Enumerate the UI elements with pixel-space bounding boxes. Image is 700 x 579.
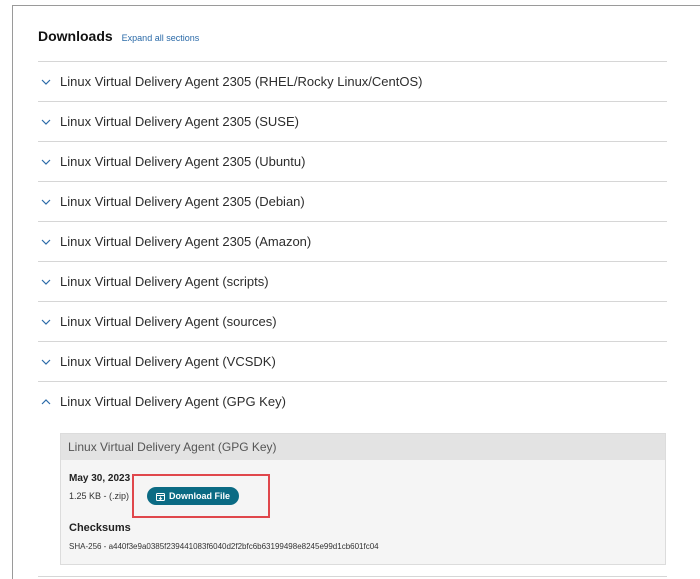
section-label: Linux Virtual Delivery Agent 2305 (RHEL/…: [60, 74, 423, 89]
downloads-header: Downloads Expand all sections: [38, 28, 199, 44]
section-label: Linux Virtual Delivery Agent (GPG Key): [60, 394, 286, 409]
section-toggle-suse[interactable]: Linux Virtual Delivery Agent 2305 (SUSE): [38, 101, 667, 141]
file-size: 1.25 KB - (.zip): [69, 491, 130, 501]
chevron-down-icon: [41, 237, 51, 247]
section-toggle-amazon[interactable]: Linux Virtual Delivery Agent 2305 (Amazo…: [38, 221, 667, 261]
section-label: Linux Virtual Delivery Agent (sources): [60, 314, 277, 329]
panel-title: Linux Virtual Delivery Agent (GPG Key): [61, 434, 665, 460]
section-label: Linux Virtual Delivery Agent 2305 (Ubunt…: [60, 154, 306, 169]
chevron-up-icon: [41, 397, 51, 407]
chevron-down-icon: [41, 157, 51, 167]
section-label: Linux Virtual Delivery Agent 2305 (SUSE): [60, 114, 299, 129]
chevron-down-icon: [41, 317, 51, 327]
section-toggle-vcsdk[interactable]: Linux Virtual Delivery Agent (VCSDK): [38, 341, 667, 381]
divider: [38, 576, 667, 577]
section-toggle-gpg-key[interactable]: Linux Virtual Delivery Agent (GPG Key): [38, 381, 667, 421]
sections-list: Linux Virtual Delivery Agent 2305 (RHEL/…: [38, 61, 667, 421]
chevron-down-icon: [41, 277, 51, 287]
highlight-box: [132, 474, 270, 518]
page-title: Downloads: [38, 28, 113, 44]
expand-all-link[interactable]: Expand all sections: [122, 33, 200, 43]
section-toggle-scripts[interactable]: Linux Virtual Delivery Agent (scripts): [38, 261, 667, 301]
chevron-down-icon: [41, 357, 51, 367]
release-date: May 30, 2023: [69, 473, 131, 484]
section-label: Linux Virtual Delivery Agent (scripts): [60, 274, 269, 289]
section-label: Linux Virtual Delivery Agent 2305 (Amazo…: [60, 234, 312, 249]
section-toggle-ubuntu[interactable]: Linux Virtual Delivery Agent 2305 (Ubunt…: [38, 141, 667, 181]
chevron-down-icon: [41, 117, 51, 127]
section-toggle-debian[interactable]: Linux Virtual Delivery Agent 2305 (Debia…: [38, 181, 667, 221]
checksums-title: Checksums: [69, 522, 131, 534]
section-toggle-sources[interactable]: Linux Virtual Delivery Agent (sources): [38, 301, 667, 341]
chevron-down-icon: [41, 77, 51, 87]
section-label: Linux Virtual Delivery Agent (VCSDK): [60, 354, 276, 369]
chevron-down-icon: [41, 197, 51, 207]
checksum-value: SHA-256 - a440f3e9a0385f239441083f6040d2…: [69, 542, 379, 551]
section-label: Linux Virtual Delivery Agent 2305 (Debia…: [60, 194, 305, 209]
section-toggle-rhel[interactable]: Linux Virtual Delivery Agent 2305 (RHEL/…: [38, 61, 667, 101]
